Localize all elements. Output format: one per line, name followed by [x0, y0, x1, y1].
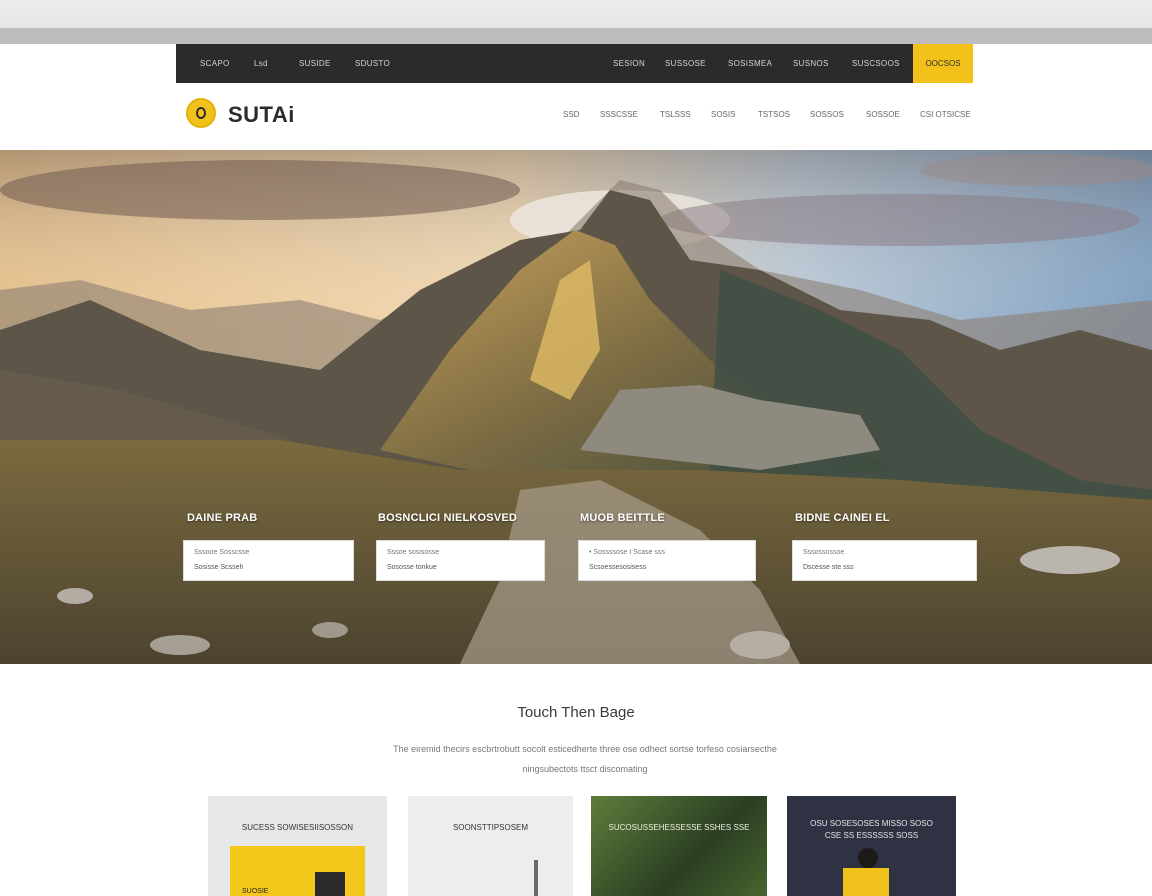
section-description-line-2: ningsubectots ttsct discomating — [522, 764, 648, 774]
hero-field-4[interactable]: Dscesse ste sss — [792, 540, 977, 581]
nav-item-4[interactable]: SOSIS — [711, 110, 735, 119]
feature-card-3[interactable]: SUCOSUSSEHESSESSE SSHES SSE — [591, 796, 767, 896]
browser-toolbar — [0, 28, 1152, 44]
hero-input-3[interactable] — [589, 549, 745, 556]
hero-field-label-3: MUOB BEITTLE — [580, 512, 665, 524]
feature-card-1[interactable]: SUCESS SOWISESIISOSSON SUOSIE — [208, 796, 387, 896]
card-2-plant-icon — [534, 860, 538, 896]
hero-field-label-1: DAINE PRAB — [187, 512, 258, 524]
feature-card-2[interactable]: SOONSTTIPSOSEM — [408, 796, 573, 896]
card-3-forest-image — [591, 796, 767, 896]
topbar-link-6[interactable]: SUSSOSE — [665, 59, 706, 68]
hero-field-3[interactable]: Scsoessesosisess — [578, 540, 756, 581]
card-4-title: OSU SOSESOSES MISSO SOSO CSE SS ESSSSSS … — [810, 819, 933, 840]
hero-landscape-image — [0, 150, 1152, 664]
card-3-title: SUCOSUSSEHESSESSE SSHES SSE — [608, 823, 750, 832]
hero-input-1[interactable] — [194, 549, 343, 556]
nav-item-3[interactable]: TSLSSS — [660, 110, 691, 119]
topbar-link-5[interactable]: SESION — [613, 59, 645, 68]
top-bar: SCAPO Lsd SUSIDE SDUSTO SESION SUSSOSE S… — [176, 44, 973, 83]
section-description-line-1: The eiremid thecirs escbrtrobutt socolt … — [393, 744, 777, 754]
section-title: Touch Then Bage — [517, 704, 635, 721]
topbar-link-1[interactable]: SCAPO — [200, 59, 230, 68]
topbar-link-9[interactable]: SUSCSOOS — [852, 59, 900, 68]
hero-field-2-value: Sososse tonkue — [387, 564, 437, 571]
card-1-title: SUCESS SOWISESIISOSSON — [241, 823, 354, 832]
hero-input-4[interactable] — [803, 549, 966, 556]
browser-chrome — [0, 0, 1152, 44]
nav-item-1[interactable]: SSD — [563, 110, 579, 119]
hero-field-label-2: BOSNCLICI NIELKOSVED — [378, 512, 518, 524]
nav-item-8[interactable]: CSI OTSICSE — [920, 110, 971, 119]
topbar-link-7[interactable]: SOSISMEA — [728, 59, 772, 68]
hero-field-3-value: Scsoessesosisess — [589, 564, 647, 571]
nav-item-2[interactable]: SSSCSSE — [600, 110, 638, 119]
card-2-title: SOONSTTIPSOSEM — [452, 823, 529, 832]
hero-field-2[interactable]: Sososse tonkue — [376, 540, 545, 581]
card-1-badge-text: SUOSIE — [242, 888, 269, 895]
topbar-link-3[interactable]: SUSIDE — [299, 59, 331, 68]
brand-name[interactable]: SUTAi — [228, 102, 295, 128]
section-description: The eiremid thecirs escbrtrobutt socolt … — [340, 739, 830, 779]
topbar-link-4[interactable]: SDUSTO — [355, 59, 390, 68]
main-nav: SUTAi SSD SSSCSSE TSLSSS SOSIS TSTSOS SO… — [176, 92, 973, 138]
nav-item-7[interactable]: SOSSOE — [866, 110, 900, 119]
feature-card-4[interactable]: OSU SOSESOSES MISSO SOSO CSE SS ESSSSSS … — [787, 796, 956, 896]
hero-field-1[interactable]: Sosisse Scsseh — [183, 540, 354, 581]
hero-field-label-4: BIDNE CAINEI EL — [795, 512, 890, 524]
logo-icon[interactable] — [186, 98, 216, 128]
hero-field-1-value: Sosisse Scsseh — [194, 564, 244, 571]
card-1-dark-box — [315, 872, 345, 896]
card-1-yellow-book: SUOSIE — [230, 846, 365, 896]
card-4-person-body — [843, 868, 889, 896]
hero-field-4-value: Dscesse ste sss — [803, 564, 854, 571]
card-4-person-head — [858, 848, 878, 868]
nav-item-6[interactable]: SOSSOS — [810, 110, 844, 119]
nav-item-5[interactable]: TSTSOS — [758, 110, 790, 119]
topbar-cta-button[interactable]: OOCSOS — [913, 44, 973, 83]
hero-banner — [0, 150, 1152, 664]
topbar-link-2[interactable]: Lsd — [254, 59, 268, 68]
hero-input-2[interactable] — [387, 549, 534, 556]
topbar-link-8[interactable]: SUSNOS — [793, 59, 829, 68]
